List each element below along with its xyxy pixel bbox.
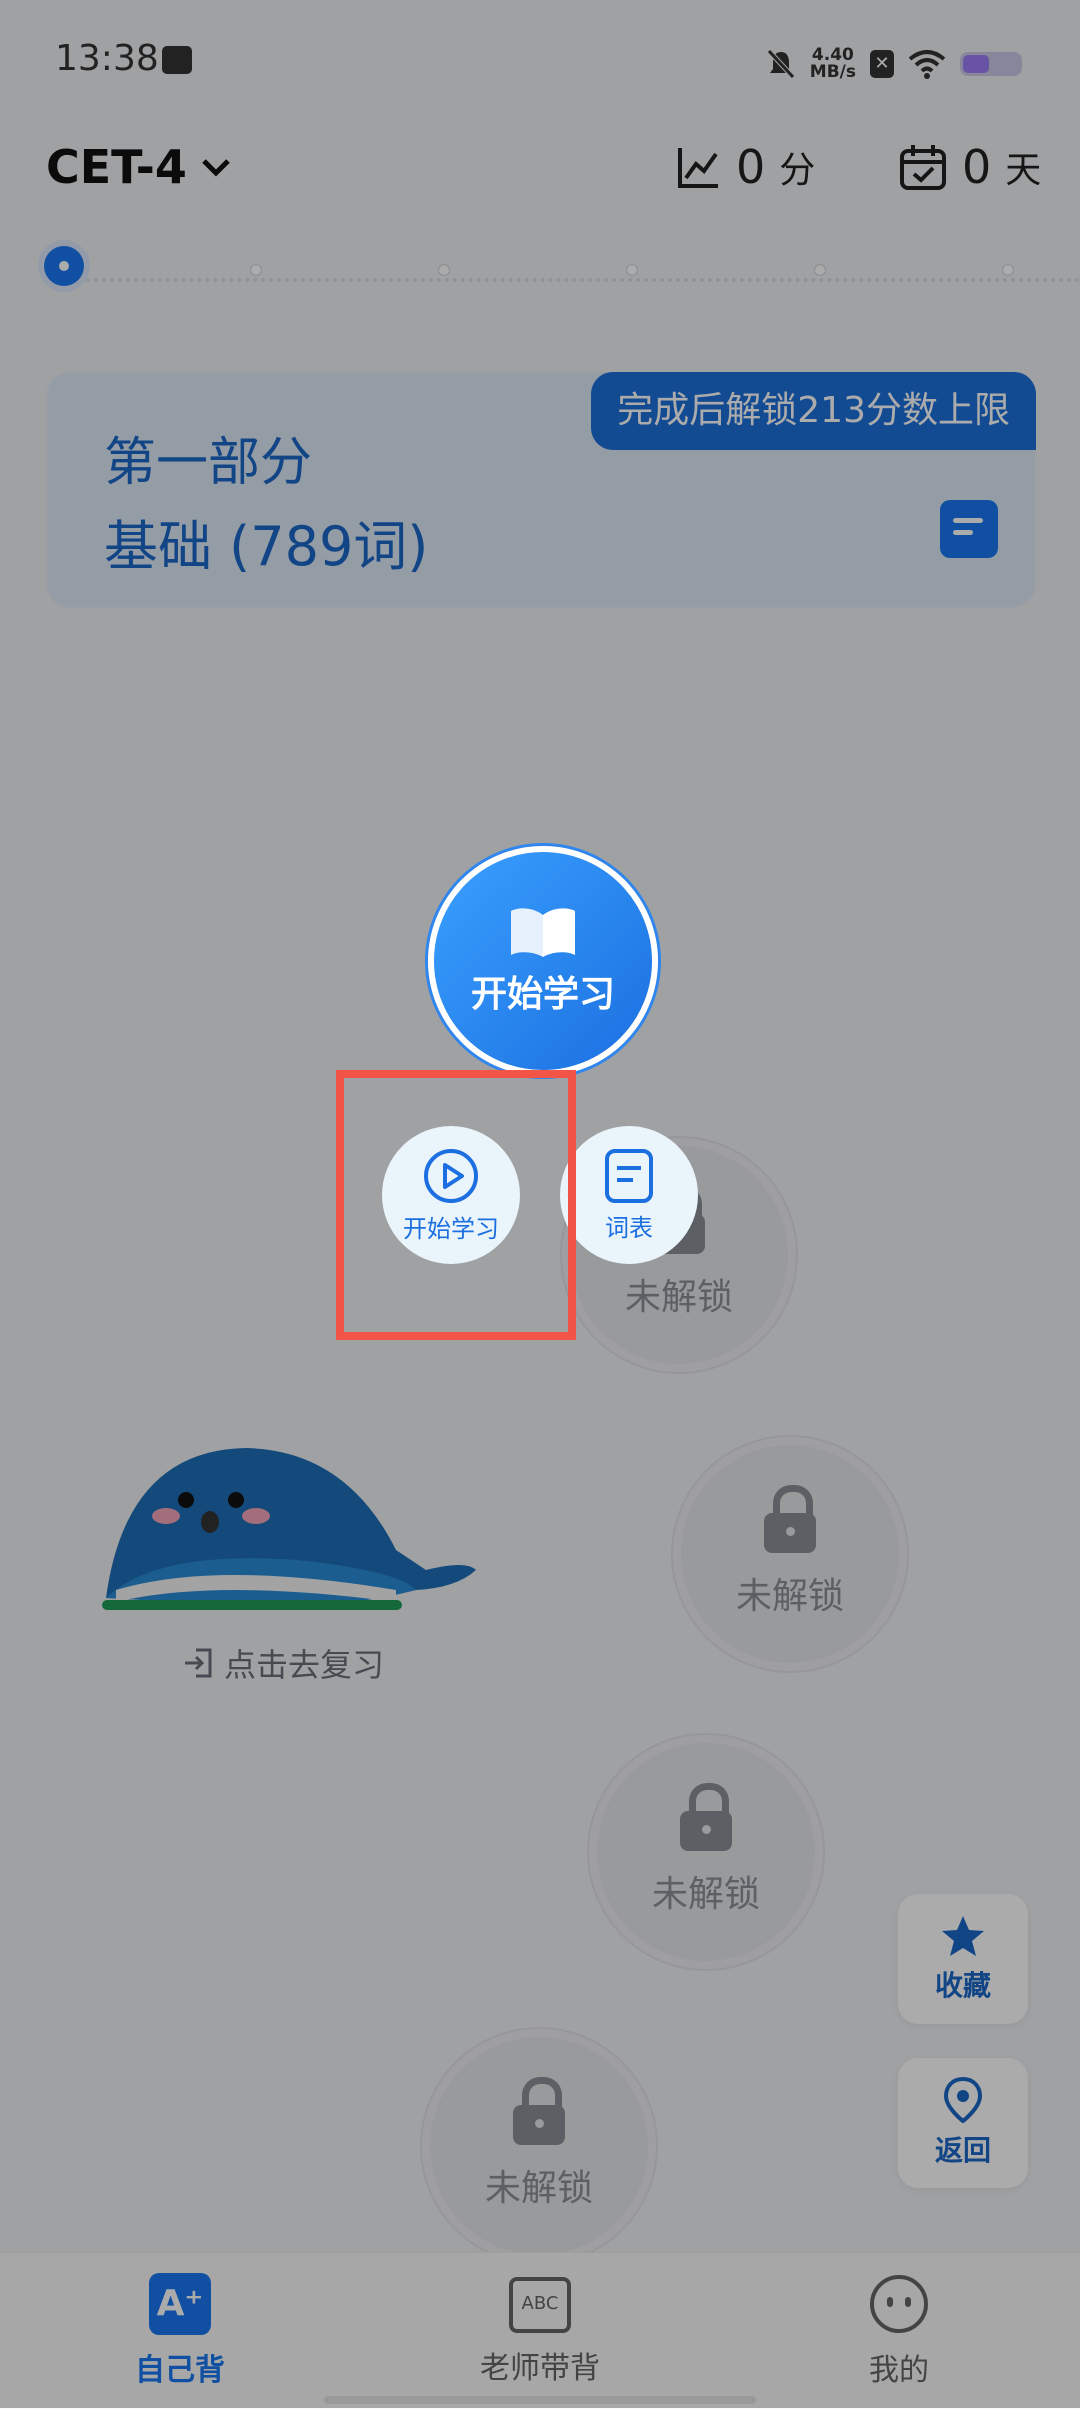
document-icon xyxy=(605,1148,653,1203)
open-book-icon xyxy=(511,908,575,957)
highlight-box xyxy=(336,1070,576,1340)
word-list-button[interactable]: 词表 xyxy=(560,1126,698,1264)
start-study-node[interactable]: 开始学习 xyxy=(428,846,658,1076)
word-list-button-label: 词表 xyxy=(605,1213,653,1242)
start-study-node-label: 开始学习 xyxy=(470,974,615,1015)
home-indicator[interactable] xyxy=(324,2396,756,2404)
